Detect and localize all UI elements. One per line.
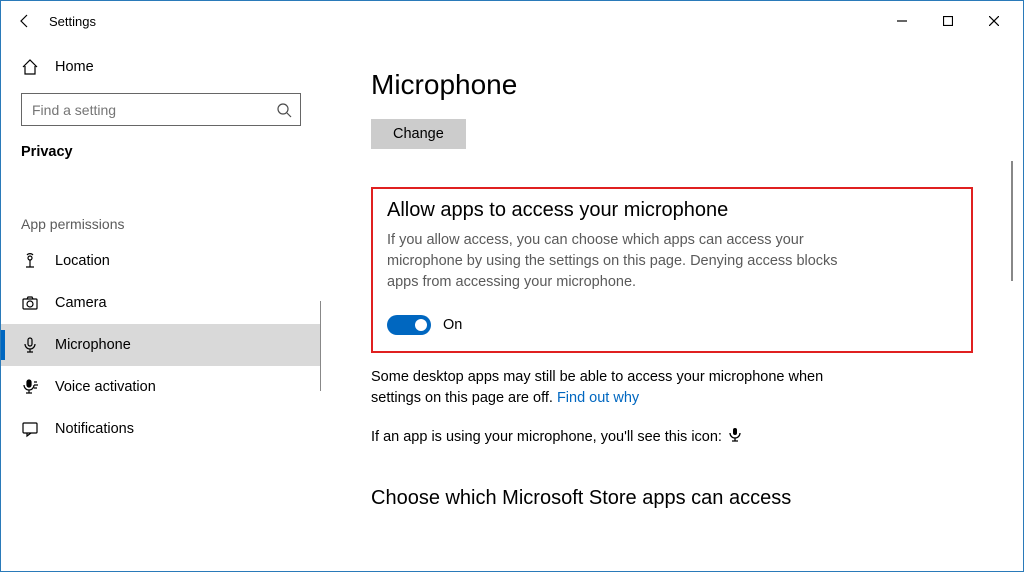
desktop-apps-note: Some desktop apps may still be able to a… <box>371 367 851 409</box>
sidebar-item-label: Camera <box>55 295 107 311</box>
sidebar-home[interactable]: Home <box>1 47 321 87</box>
location-icon <box>21 252 39 270</box>
page-title: Microphone <box>371 69 973 101</box>
content-pane: Microphone Change Allow apps to access y… <box>321 41 1023 571</box>
microphone-status-icon <box>728 427 742 447</box>
allow-apps-toggle[interactable] <box>387 315 431 335</box>
sidebar-item-notifications[interactable]: Notifications <box>1 408 321 450</box>
maximize-button[interactable] <box>925 5 971 37</box>
mic-in-use-note: If an app is using your microphone, you'… <box>371 427 973 447</box>
allow-apps-heading: Allow apps to access your microphone <box>387 199 957 222</box>
sidebar-item-location[interactable]: Location <box>1 240 321 282</box>
body: Home Privacy App permissions Location <box>1 41 1023 571</box>
allow-apps-section: Allow apps to access your microphone If … <box>371 187 973 353</box>
search-icon <box>276 102 292 118</box>
minimize-icon <box>897 16 907 26</box>
search-field[interactable] <box>32 102 276 118</box>
sidebar-section-privacy: Privacy <box>1 136 321 166</box>
sidebar-item-label: Voice activation <box>55 379 156 395</box>
allow-apps-toggle-row: On <box>387 315 957 335</box>
close-icon <box>989 16 999 26</box>
change-button[interactable]: Change <box>371 119 466 149</box>
search-wrap <box>1 87 321 136</box>
find-out-why-link[interactable]: Find out why <box>557 390 639 406</box>
search-input[interactable] <box>21 93 301 126</box>
minimize-button[interactable] <box>879 5 925 37</box>
maximize-icon <box>943 16 953 26</box>
sidebar-item-label: Microphone <box>55 337 131 353</box>
window-title: Settings <box>49 14 96 29</box>
toggle-knob <box>415 319 427 331</box>
close-button[interactable] <box>971 5 1017 37</box>
home-icon <box>21 58 39 76</box>
mic-in-use-text: If an app is using your microphone, you'… <box>371 429 722 445</box>
sidebar-item-camera[interactable]: Camera <box>1 282 321 324</box>
microphone-icon <box>21 336 39 354</box>
settings-window: Settings Home <box>0 0 1024 572</box>
voice-activation-icon <box>21 378 39 396</box>
titlebar: Settings <box>1 1 1023 41</box>
sidebar-home-label: Home <box>55 59 94 75</box>
window-controls <box>879 5 1017 37</box>
allow-apps-description: If you allow access, you can choose whic… <box>387 230 867 293</box>
sidebar-item-microphone[interactable]: Microphone <box>1 324 321 366</box>
sidebar-item-voice-activation[interactable]: Voice activation <box>1 366 321 408</box>
sidebar-group-app-permissions: App permissions <box>1 166 321 240</box>
notifications-icon <box>21 420 39 438</box>
toggle-state-label: On <box>443 317 462 333</box>
arrow-left-icon <box>17 13 33 29</box>
back-button[interactable] <box>7 3 43 39</box>
sidebar: Home Privacy App permissions Location <box>1 41 321 571</box>
sidebar-item-label: Notifications <box>55 421 134 437</box>
choose-apps-heading: Choose which Microsoft Store apps can ac… <box>371 487 851 510</box>
camera-icon <box>21 294 39 312</box>
sidebar-item-label: Location <box>55 253 110 269</box>
